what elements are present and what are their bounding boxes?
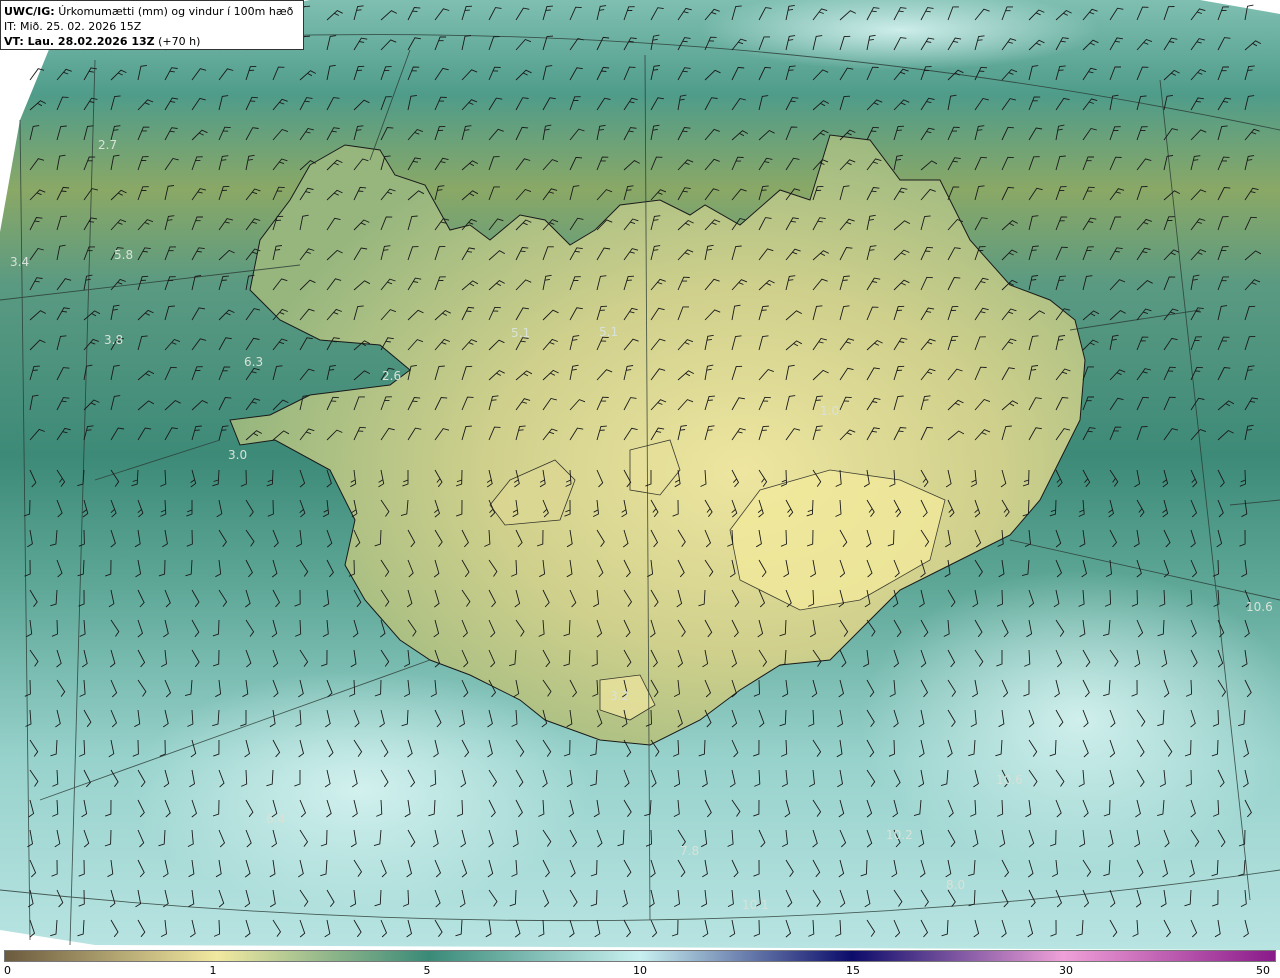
precip-value: 3.2 — [610, 689, 629, 703]
init-time: IT: Mið. 25. 02. 2026 15Z — [4, 20, 142, 33]
precip-value: 3.0 — [228, 448, 247, 462]
precip-value: 6.4 — [266, 812, 285, 826]
precip-value: 10.6 — [1246, 600, 1273, 614]
precip-value: 2.7 — [98, 138, 117, 152]
precip-value: 6.3 — [244, 355, 263, 369]
precip-value: 5.1 — [511, 326, 530, 340]
precip-value: 10.1 — [742, 898, 769, 912]
colorbar-tick: 10 — [633, 964, 647, 977]
colorbar-tick: 50 — [1256, 964, 1270, 977]
precip-value: 10.2 — [886, 828, 913, 842]
colorbar-tick: 0 — [4, 964, 11, 977]
precip-value: 3.8 — [104, 333, 123, 347]
precip-value: 8.0 — [946, 878, 965, 892]
precip-value: 5.8 — [114, 248, 133, 262]
colorbar-tick: 15 — [846, 964, 860, 977]
map-title-box: UWC/IG: Úrkomumætti (mm) og vindur í 100… — [0, 0, 304, 50]
precip-value: 10.6 — [996, 773, 1023, 787]
precip-value: 3.4 — [10, 255, 29, 269]
colorbar-tick: 30 — [1059, 964, 1073, 977]
precip-value: 5.1 — [599, 325, 618, 339]
forecast-map: 2.7 5.8 3.4 3.8 6.3 2.6 3.0 5.1 5.1 1.0 … — [0, 0, 1280, 950]
precip-value: 1.0 — [820, 404, 839, 418]
precip-value: 2.6 — [382, 369, 401, 383]
map-title: Úrkomumætti (mm) og vindur í 100m hæð — [58, 5, 294, 18]
valid-time: VT: Lau. 28.02.2026 13Z — [4, 35, 155, 48]
model-label: UWC/IG: — [4, 5, 55, 18]
colorbar-tick: 5 — [423, 964, 431, 977]
lead-time: (+70 h) — [158, 35, 201, 48]
colorbar-tick: 1 — [209, 964, 217, 977]
precip-colorbar: 0 1 5 10 15 30 50 — [0, 950, 1280, 978]
colorbar-strip — [4, 950, 1276, 962]
precip-value: 7.8 — [680, 844, 699, 858]
